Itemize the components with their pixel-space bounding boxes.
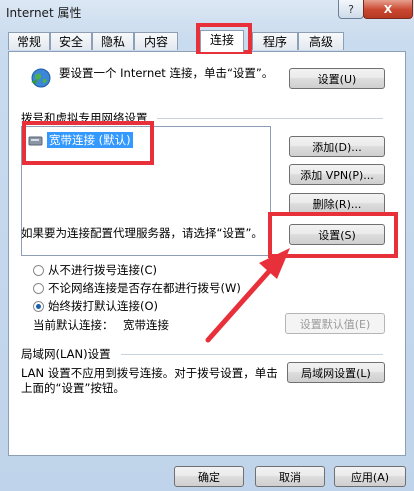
apply-button[interactable]: 应用(A) <box>334 466 406 487</box>
radio-label: 始终拨打默认连接(O) <box>48 299 159 313</box>
lan-settings-button[interactable]: 局域网设置(L) <box>287 362 385 383</box>
tab-content[interactable]: 内容 <box>134 32 178 50</box>
radio-icon[interactable] <box>33 300 44 312</box>
radio-dial-whenever[interactable]: 不论网络连接是否存在都进行拨号(W) <box>33 280 241 296</box>
current-default-label: 当前默认连接： <box>33 318 114 332</box>
cancel-button[interactable]: 取消 <box>255 466 325 487</box>
proxy-text: 如果要为连接配置代理服务器，请选择“设置”。 <box>21 226 263 240</box>
tab-security[interactable]: 安全 <box>50 32 92 50</box>
tab-general[interactable]: 常规 <box>8 32 50 50</box>
tab-privacy[interactable]: 隐私 <box>92 32 134 50</box>
radio-never-dial[interactable]: 从不进行拨号连接(C) <box>33 262 157 278</box>
set-default-button[interactable]: 设置默认值(E) <box>285 313 385 334</box>
radio-label: 不论网络连接是否存在都进行拨号(W) <box>48 281 241 295</box>
current-default-value: 宽带连接 <box>123 318 169 332</box>
lan-divider <box>121 354 383 355</box>
tab-advanced[interactable]: 高级 <box>298 32 344 50</box>
internet-properties-window: Internet 属性 ? X 常规 安全 隐私 内容 连接 程序 高级 要设置… <box>0 0 414 491</box>
radio-icon[interactable] <box>33 264 44 276</box>
internet-globe-icon <box>29 66 53 90</box>
dialup-divider <box>157 118 383 119</box>
radio-always-dial-default[interactable]: 始终拨打默认连接(O) <box>33 298 158 314</box>
tab-strip: 常规 安全 隐私 内容 连接 程序 高级 <box>8 30 408 52</box>
ok-button[interactable]: 确定 <box>174 466 244 487</box>
lan-text: LAN 设置不应用到拨号连接。对于拨号设置，单击上面的“设置”按钮。 <box>21 366 278 395</box>
lan-section-title: 局域网(LAN)设置 <box>21 347 111 361</box>
connections-panel: 要设置一个 Internet 连接，单击“设置”。 设置(U) 拨号和虚拟专用网… <box>8 51 406 456</box>
add-vpn-button[interactable]: 添加 VPN(P)... <box>289 164 385 185</box>
list-item[interactable]: 宽带连接 (默认) <box>28 131 133 148</box>
broadband-connection-icon <box>28 133 44 147</box>
add-button[interactable]: 添加(D)... <box>289 136 385 157</box>
setup-text: 要设置一个 Internet 连接，单击“设置”。 <box>59 66 274 80</box>
radio-icon[interactable] <box>33 282 44 294</box>
title-bar[interactable]: Internet 属性 ? X <box>0 0 414 26</box>
close-button[interactable]: X <box>363 0 413 19</box>
tab-connections[interactable]: 连接 <box>200 30 244 52</box>
dialup-section-title: 拨号和虚拟专用网络设置 <box>21 111 148 125</box>
proxy-settings-button[interactable]: 设置(S) <box>289 224 385 245</box>
setup-button[interactable]: 设置(U) <box>289 68 385 89</box>
delete-button[interactable]: 删除(R)... <box>289 193 385 214</box>
tab-programs[interactable]: 程序 <box>252 32 298 50</box>
window-title: Internet 属性 <box>6 6 82 20</box>
help-button[interactable]: ? <box>338 0 364 19</box>
radio-label: 从不进行拨号连接(C) <box>48 263 158 277</box>
connection-item-label: 宽带连接 (默认) <box>47 131 133 148</box>
